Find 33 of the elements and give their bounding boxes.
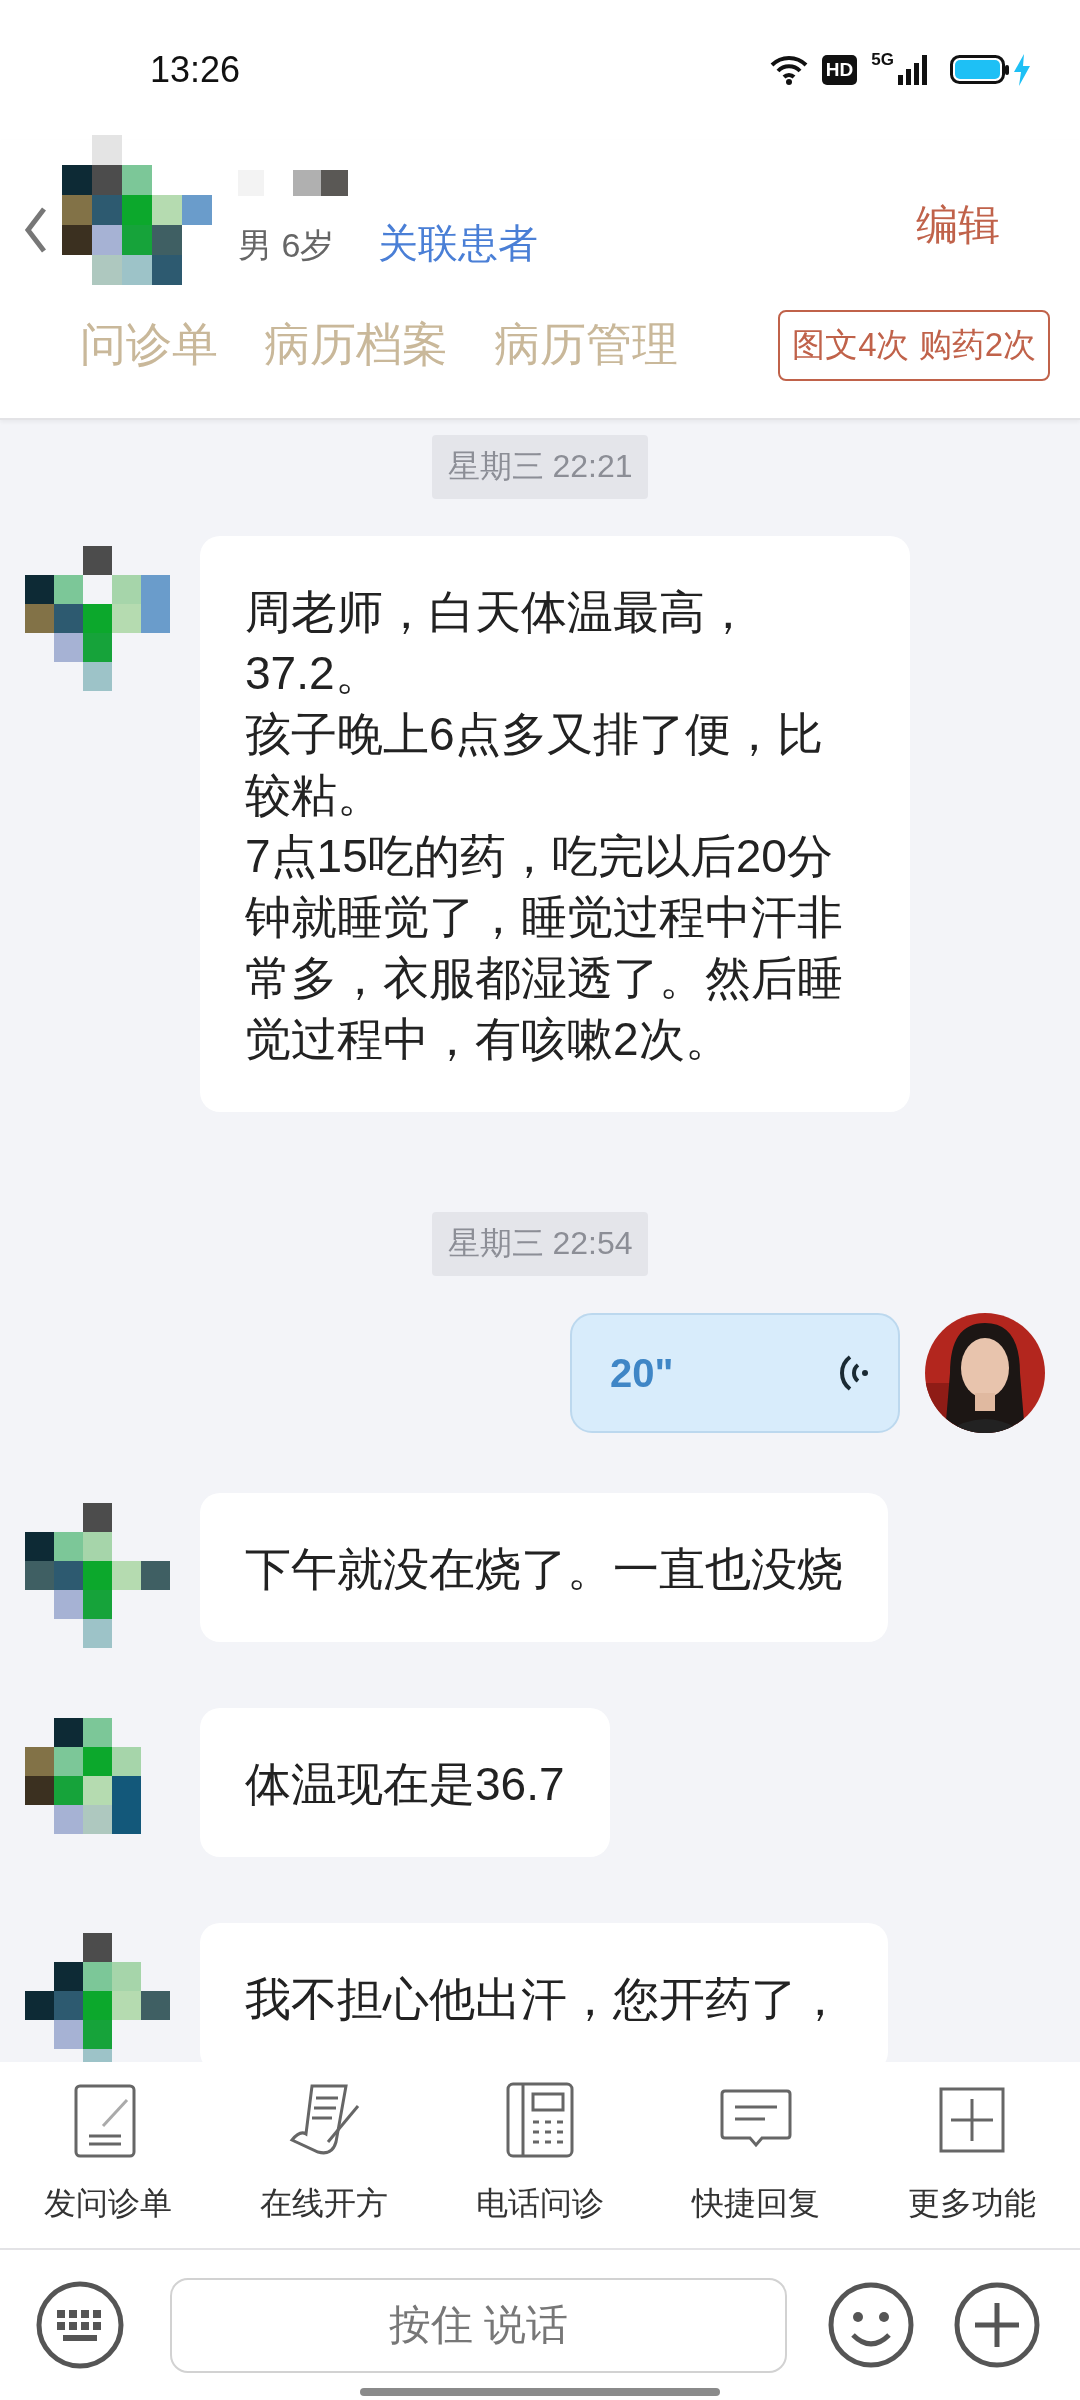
add-icon: [939, 2086, 1005, 2153]
wifi-icon: [769, 55, 808, 85]
signal-icon: [898, 55, 928, 85]
message-text: 7点15吃的药，吃完以后20分钟就睡觉了，睡觉过程中汗非常多，衣服都湿透了。然后睡觉过程中，有咳嗽2次。: [245, 829, 844, 1067]
tool-button[interactable]: 发问诊单: [0, 2062, 216, 2248]
charging-icon: [1014, 54, 1030, 86]
voice-message[interactable]: 20": [570, 1313, 900, 1433]
hd-indicator: HD: [821, 55, 858, 85]
network-type: 5G: [871, 50, 894, 70]
message-text: 周老师，白天体温最高，37.2。: [245, 585, 752, 701]
edit-link[interactable]: 编辑: [916, 197, 1000, 253]
back-icon[interactable]: [24, 205, 48, 255]
timestamp: 星期三 22:54: [431, 1212, 649, 1276]
tool-button[interactable]: 在线开方: [216, 2062, 432, 2248]
emoji-icon[interactable]: [827, 2281, 915, 2369]
link-patient-link[interactable]: 关联患者: [378, 215, 539, 271]
message-text: 孩子晚上6点多又排了便，比较粘。: [245, 707, 824, 823]
timestamp: 星期三 22:21: [431, 435, 649, 499]
battery-icon: [950, 55, 1010, 85]
tool-button[interactable]: 快捷回复: [648, 2062, 864, 2248]
keyboard-icon[interactable]: [35, 2280, 125, 2370]
patient-gender-age: 男 6岁: [238, 224, 335, 266]
voice-duration: 20": [610, 1350, 674, 1396]
hold-to-talk-button[interactable]: 按住 说话: [170, 2277, 787, 2373]
tool-button[interactable]: 更多功能: [864, 2062, 1080, 2248]
message-text: 体温现在是36.7: [245, 1757, 565, 1812]
tool-button[interactable]: 电话问诊: [432, 2062, 648, 2248]
message-text: 下午就没在烧了。一直也没烧: [245, 1542, 843, 1597]
add-icon[interactable]: [953, 2281, 1041, 2369]
clock-time: 13:26: [150, 49, 242, 91]
message-text: 我不担心他出汗，您开药了，: [245, 1972, 843, 2027]
sound-wave-icon: [838, 1353, 868, 1393]
usage-badge: 图文4次 购药2次: [778, 309, 1050, 381]
